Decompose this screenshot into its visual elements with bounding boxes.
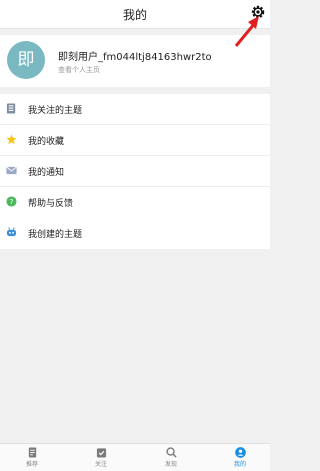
svg-text:?: ?	[10, 197, 14, 206]
annotation-arrow-icon	[234, 16, 259, 47]
mail-icon	[6, 166, 17, 175]
check-icon	[96, 448, 106, 458]
menu-item-label: 我的通知	[28, 168, 65, 178]
robot-icon	[6, 227, 17, 237]
tab-following[interactable]: 关注	[86, 447, 116, 468]
bottom-tab-bar: 推荐 关注 发现 我的	[0, 443, 270, 471]
tab-label: 我的	[233, 461, 246, 468]
topic-list-icon	[6, 103, 16, 114]
help-icon: ?	[6, 196, 17, 207]
tab-label: 发现	[164, 461, 177, 468]
tab-mine[interactable]: 我的	[225, 447, 255, 468]
menu-group-created: 我创建的主题	[0, 218, 270, 249]
tab-label: 推荐	[25, 461, 38, 468]
doc-icon	[28, 447, 36, 458]
menu-item-label: 我关注的主题	[28, 106, 83, 116]
menu-item-favorites[interactable]: 我的收藏	[0, 125, 270, 156]
search-icon	[165, 447, 177, 458]
tab-discover[interactable]: 发现	[156, 447, 186, 468]
menu-item-followed-topics[interactable]: 我关注的主题	[0, 94, 270, 125]
menu-item-label: 帮助与反馈	[28, 199, 74, 209]
menu-item-created-topics[interactable]: 我创建的主题	[0, 218, 270, 249]
tab-label: 关注	[94, 461, 107, 468]
tab-recommend[interactable]: 推荐	[17, 447, 47, 468]
menu-item-notifications[interactable]: 我的通知	[0, 156, 270, 187]
star-icon	[6, 134, 17, 145]
user-icon	[234, 447, 246, 458]
menu-item-label: 我的收藏	[28, 137, 65, 147]
menu-item-label: 我创建的主题	[28, 230, 83, 240]
menu-group-main: 我关注的主题 我的收藏 我的通知 ? 帮助与反馈	[0, 94, 270, 218]
menu-item-help-feedback[interactable]: ? 帮助与反馈	[0, 187, 270, 218]
